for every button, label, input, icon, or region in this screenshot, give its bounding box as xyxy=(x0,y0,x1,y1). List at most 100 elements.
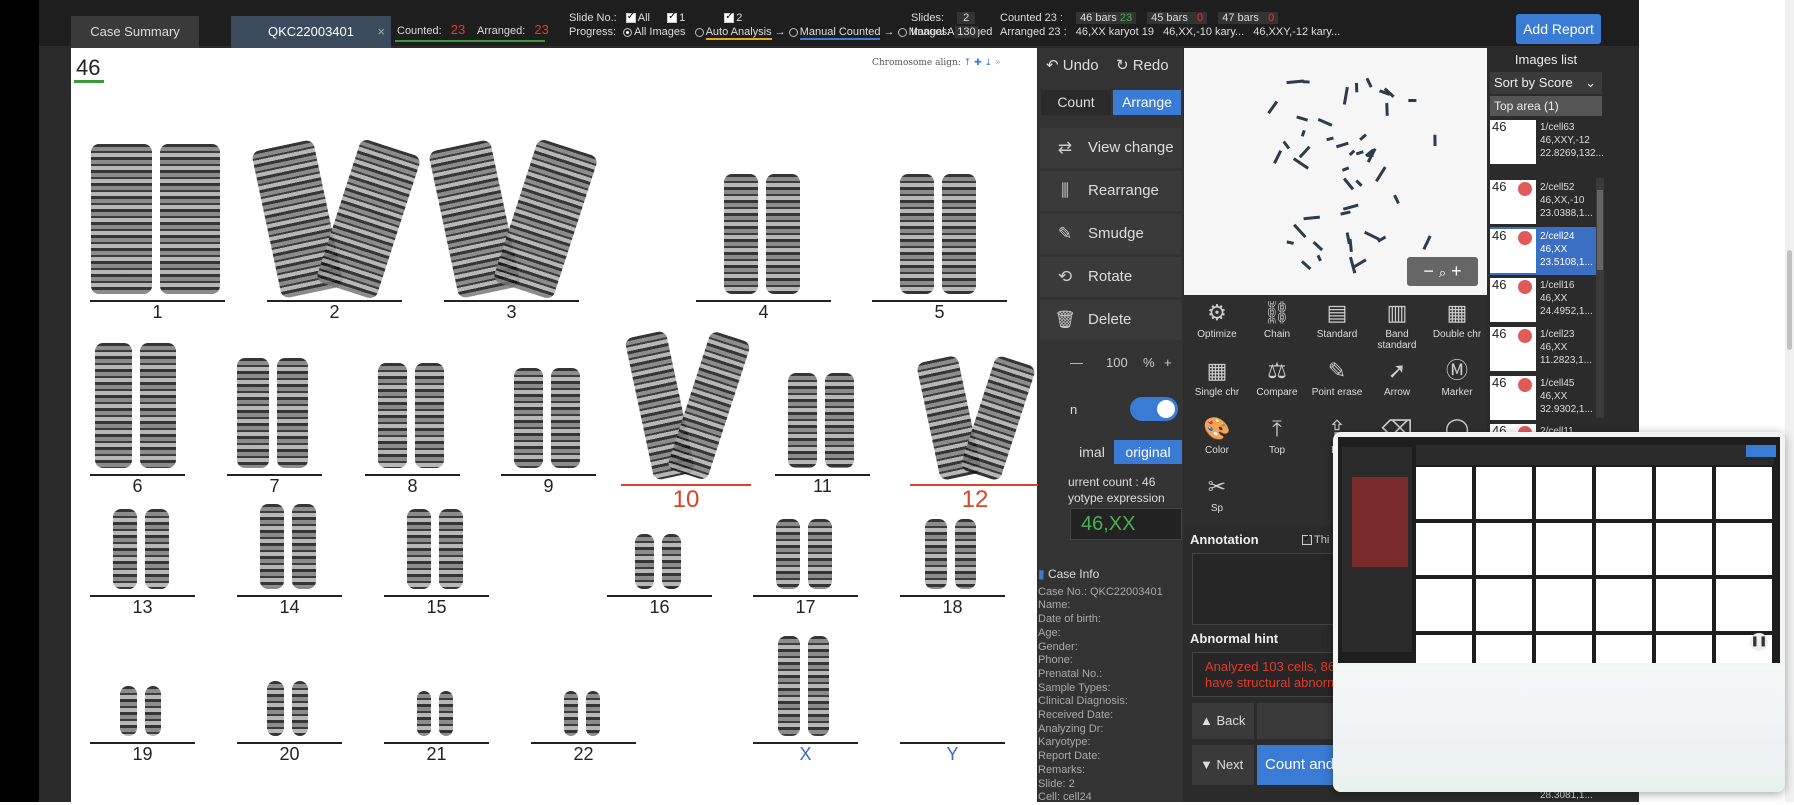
tab-case-summary[interactable]: Case Summary xyxy=(71,16,199,48)
marker-tool-button[interactable]: Ⓜ Marker xyxy=(1428,355,1486,413)
image-list-item[interactable]: 46 1/cell23 46,XX 11.2823,1... xyxy=(1490,325,1596,373)
chromosome-22-b[interactable] xyxy=(585,691,600,736)
align-top-icon[interactable]: ⤒ xyxy=(964,58,972,68)
delete-button[interactable]: 🗑 Delete xyxy=(1040,300,1181,340)
chromosome-15-b[interactable] xyxy=(438,509,463,589)
band-standard-tool-button[interactable]: ▥ Band standard xyxy=(1368,297,1426,355)
chromosome-X-b[interactable] xyxy=(807,636,829,736)
chromosome-22-a[interactable] xyxy=(563,691,578,736)
karyotype-option-2[interactable]: 46,XX,-10 kary... xyxy=(1163,26,1244,38)
chromosome-5-b[interactable] xyxy=(941,174,976,294)
normal-mode-button[interactable]: imal xyxy=(1070,440,1114,464)
chromosome-5-a[interactable] xyxy=(899,174,934,294)
chromosome-4-b[interactable] xyxy=(765,174,800,294)
original-mode-button[interactable]: original xyxy=(1114,440,1182,464)
karyotype-expression-field[interactable]: 46,XX xyxy=(1070,508,1182,540)
compare-tool-button[interactable]: ⚖ Compare xyxy=(1248,355,1306,413)
display-toggle[interactable] xyxy=(1130,397,1178,421)
point-erase-tool-button[interactable]: ✎ Point erase xyxy=(1308,355,1366,413)
smudge-button[interactable]: ✎ Smudge xyxy=(1040,214,1181,254)
zoom-value[interactable]: 100 xyxy=(1106,355,1128,370)
chromosome-4-a[interactable] xyxy=(723,174,758,294)
chromosome-19-b[interactable] xyxy=(144,686,161,736)
chromosome-15-a[interactable] xyxy=(406,509,431,589)
redo-button[interactable]: ↻ Redo xyxy=(1116,56,1169,74)
chromosome-8-b[interactable] xyxy=(414,363,444,468)
image-list-item[interactable]: 46 1/cell45 46,XX 32.9302,1... xyxy=(1490,374,1596,422)
scrollbar-thumb[interactable] xyxy=(1787,250,1792,350)
sort-select[interactable]: Sort by Score ⌄ xyxy=(1490,72,1602,94)
chromosome-18-b[interactable] xyxy=(954,519,976,589)
chromosome-11-b[interactable] xyxy=(824,373,854,468)
manual-arranged-radio[interactable] xyxy=(897,27,907,37)
chromosome-13-a[interactable] xyxy=(112,509,137,589)
manual-counted-radio[interactable] xyxy=(788,27,798,37)
back-button[interactable]: ▲ Back xyxy=(1192,703,1254,739)
chromosome-9-b[interactable] xyxy=(550,368,580,468)
annotation-this-option[interactable]: Thi xyxy=(1302,533,1329,546)
chromosome-21-b[interactable] xyxy=(438,691,453,736)
chromosome-14-a[interactable] xyxy=(259,504,284,589)
chromosome-11-a[interactable] xyxy=(787,373,817,468)
page-scrollbar[interactable] xyxy=(1785,0,1794,802)
images-list-scrollbar[interactable] xyxy=(1596,178,1604,418)
chromosome-X-a[interactable] xyxy=(778,636,800,736)
image-list-item[interactable]: 46 1/cell63 46,XXY,-12 22.8269,132... xyxy=(1490,118,1604,166)
view-change-button[interactable]: ⇄ View change xyxy=(1040,128,1181,168)
chromosome-16-a[interactable] xyxy=(634,534,654,589)
tab-case-qkc22003401[interactable]: QKC22003401 × xyxy=(231,16,391,48)
chromosome-19-a[interactable] xyxy=(120,686,137,736)
chromosome-17-a[interactable] xyxy=(775,519,800,589)
chromosome-1-b[interactable] xyxy=(159,144,220,294)
auto-analysis-radio[interactable] xyxy=(694,27,704,37)
images-list-scroll-thumb[interactable] xyxy=(1597,190,1603,270)
chromosome-17-b[interactable] xyxy=(807,519,832,589)
align-middle-icon[interactable]: ✚ xyxy=(974,58,982,68)
split-tool-button[interactable]: ✂ Sp xyxy=(1188,471,1246,529)
zoom-out-button[interactable]: — xyxy=(1070,355,1083,370)
chain-tool-button[interactable]: ⛓ Chain xyxy=(1248,297,1306,355)
single-chr-tool-button[interactable]: ▦ Single chr xyxy=(1188,355,1246,413)
progress-all-radio[interactable] xyxy=(623,27,633,37)
top-tool-button[interactable]: ⤒ Top xyxy=(1248,413,1306,471)
karyotype-option-1[interactable]: 46,XX karyot 19 xyxy=(1076,26,1154,38)
pause-icon[interactable]: ❚❚ xyxy=(1750,633,1768,651)
image-list-item[interactable]: 46 1/cell16 46,XX 24.4952,1... xyxy=(1490,276,1596,324)
zoom-out-icon[interactable]: − xyxy=(1423,261,1434,281)
slide-all-checkbox[interactable] xyxy=(625,11,636,24)
chromosome-13-b[interactable] xyxy=(144,509,169,589)
karyotype-option-3[interactable]: 46,XXY,-12 kary... xyxy=(1253,26,1340,38)
align-more-icon[interactable]: » xyxy=(995,58,1001,68)
close-icon[interactable]: × xyxy=(377,16,385,48)
chromosome-7-b[interactable] xyxy=(276,358,308,468)
image-list-item[interactable]: 46 2/cell24 46,XX 23.5108,1... xyxy=(1490,227,1596,275)
image-list-item[interactable]: 46 2/cell52 46,XX,-10 23.0388,1... xyxy=(1490,178,1596,226)
optimize-tool-button[interactable]: ⚙ Optimize xyxy=(1188,297,1246,355)
zoom-in-button[interactable]: + xyxy=(1164,355,1172,370)
chromosome-7-a[interactable] xyxy=(237,358,269,468)
color-tool-button[interactable]: 🎨 Color xyxy=(1188,413,1246,471)
double-chr-tool-button[interactable]: ▦ Double chr xyxy=(1428,297,1486,355)
next-button[interactable]: ▼ Next xyxy=(1192,745,1254,785)
undo-button[interactable]: ↶ Undo xyxy=(1046,56,1099,74)
chromosome-16-b[interactable] xyxy=(661,534,681,589)
chromosome-20-b[interactable] xyxy=(291,681,308,736)
slide-1-checkbox[interactable] xyxy=(667,11,678,24)
rearrange-part-button[interactable]: ⫼Rearrange Part xyxy=(1040,171,1181,239)
align-bottom-icon[interactable]: ⤓ xyxy=(985,58,993,68)
chromosome-align-control[interactable]: Chromosome align: ⤒ ✚ ⤓ » xyxy=(872,58,1000,68)
chromosome-21-a[interactable] xyxy=(416,691,431,736)
zoom-in-icon[interactable]: + xyxy=(1451,261,1462,281)
count-mode-button[interactable]: Count xyxy=(1041,90,1111,115)
annotation-this-checkbox[interactable] xyxy=(1302,533,1312,546)
chromosome-18-a[interactable] xyxy=(925,519,947,589)
magnifier-icon[interactable]: ⌕ xyxy=(1439,265,1446,280)
chromosome-9-a[interactable] xyxy=(513,368,543,468)
standard-tool-button[interactable]: ▤ Standard xyxy=(1308,297,1366,355)
add-report-button[interactable]: Add Report xyxy=(1516,14,1601,44)
arrow-tool-button[interactable]: ➚ Arrow xyxy=(1368,355,1426,413)
top-area-group[interactable]: Top area (1) xyxy=(1490,96,1602,116)
chromosome-8-a[interactable] xyxy=(377,363,407,468)
chromosome-6-a[interactable] xyxy=(95,343,132,468)
chromosome-20-a[interactable] xyxy=(267,681,284,736)
